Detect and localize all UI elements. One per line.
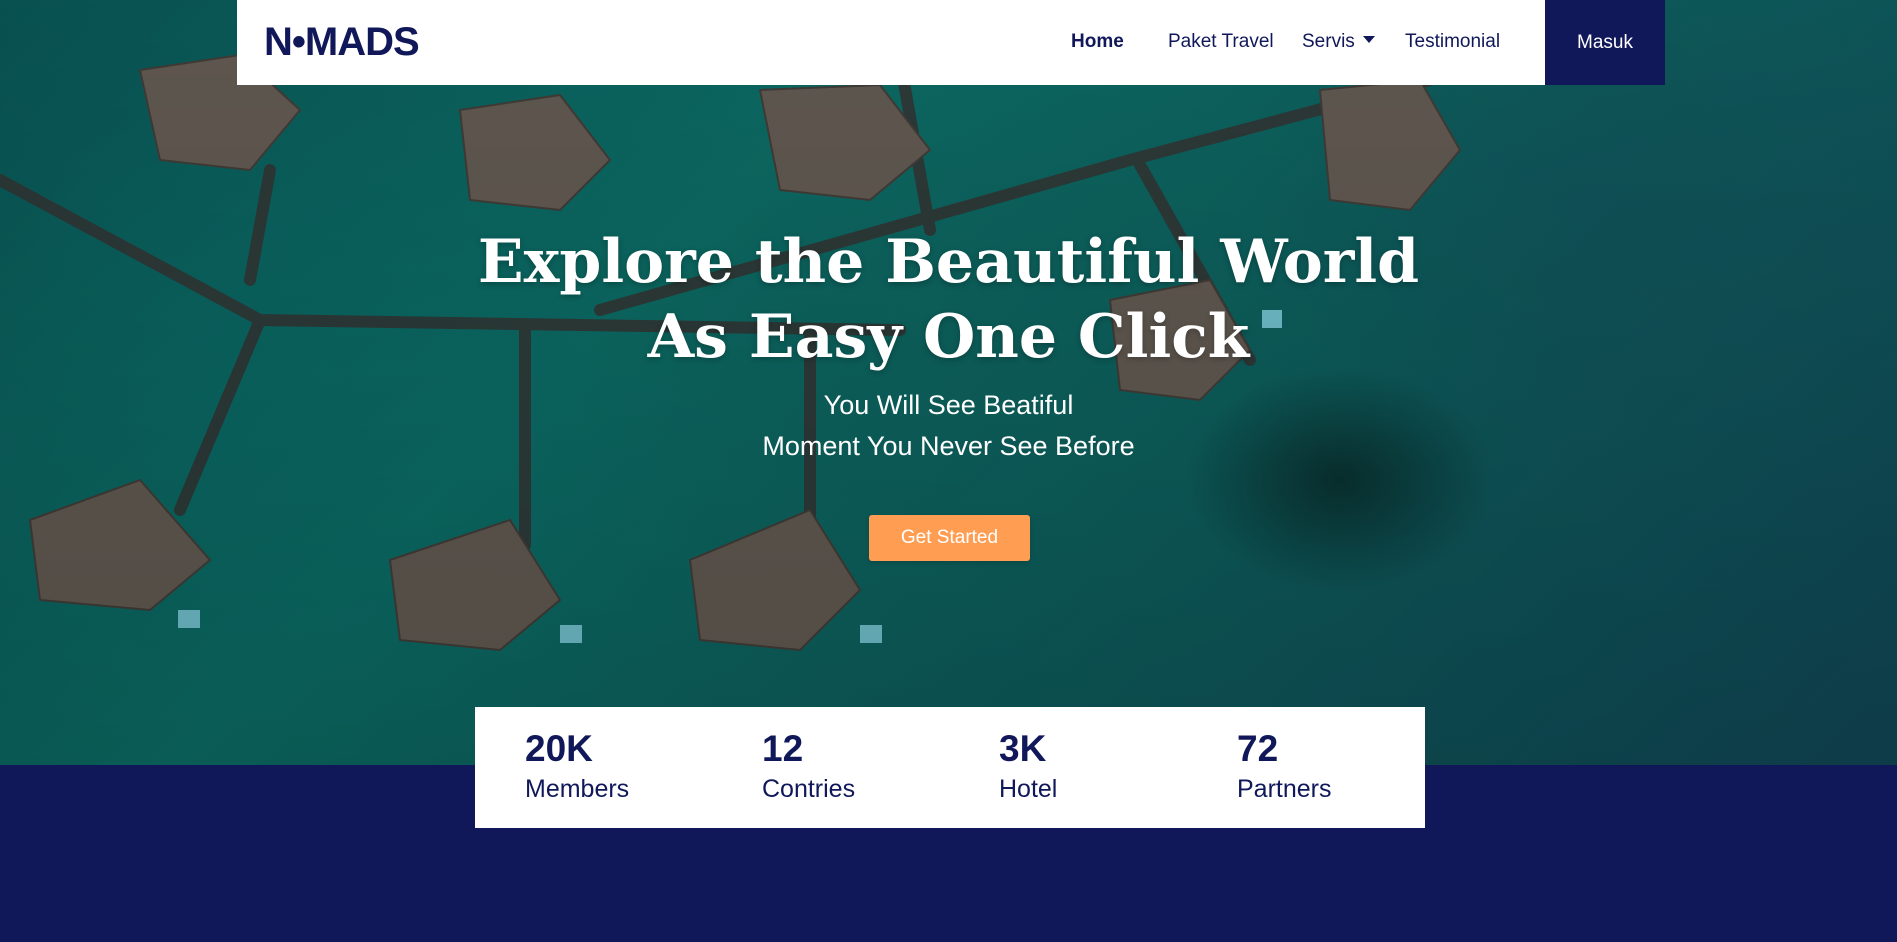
- nav-item-servis[interactable]: Servis: [1302, 31, 1375, 53]
- hero-background: [0, 0, 1897, 765]
- stat-value: 3K: [999, 728, 1047, 769]
- nav-item-home[interactable]: Home: [1071, 31, 1124, 53]
- stat-value: 20K: [525, 728, 593, 769]
- stat-label: Contries: [762, 775, 856, 803]
- hero-title-line-2: As Easy One Click: [647, 302, 1250, 372]
- stat-label: Members: [525, 775, 630, 803]
- nav-item-paket-travel[interactable]: Paket Travel: [1168, 31, 1274, 53]
- stat-value: 72: [1237, 728, 1279, 769]
- stat-label: Partners: [1237, 775, 1332, 803]
- stat-partners: 72 Partners: [1237, 729, 1331, 807]
- hero-subtitle-line-2: Moment You Never See Before: [762, 431, 1135, 461]
- stat-label: Hotel: [999, 775, 1058, 803]
- nav-item-servis-label: Servis: [1302, 31, 1355, 52]
- hero-background-image: [0, 53, 1462, 652]
- get-started-button[interactable]: Get Started: [869, 515, 1030, 561]
- nav-item-testimonial[interactable]: Testimonial: [1405, 31, 1500, 53]
- stat-members: 20K Members: [525, 729, 629, 807]
- stat-countries: 12 Contries: [762, 729, 855, 807]
- hero-subtitle-line-1: You Will See Beatiful: [823, 390, 1074, 420]
- login-button[interactable]: Masuk: [1545, 0, 1665, 85]
- hero-title: Explore the Beautiful World As Easy One …: [0, 225, 1897, 375]
- chevron-down-icon: [1362, 36, 1375, 43]
- nav-links: Home Paket Travel Servis Testimonial: [237, 0, 1545, 85]
- stat-value: 12: [762, 728, 804, 769]
- stats-panel: 20K Members 12 Contries 3K Hotel 72 Part…: [475, 707, 1425, 828]
- navbar: N•MADS Home Paket Travel Servis Testimon…: [237, 0, 1545, 85]
- stat-hotel: 3K Hotel: [999, 729, 1057, 807]
- hero-title-line-1: Explore the Beautiful World: [477, 227, 1420, 297]
- hero-subtitle: You Will See Beatiful Moment You Never S…: [0, 385, 1897, 467]
